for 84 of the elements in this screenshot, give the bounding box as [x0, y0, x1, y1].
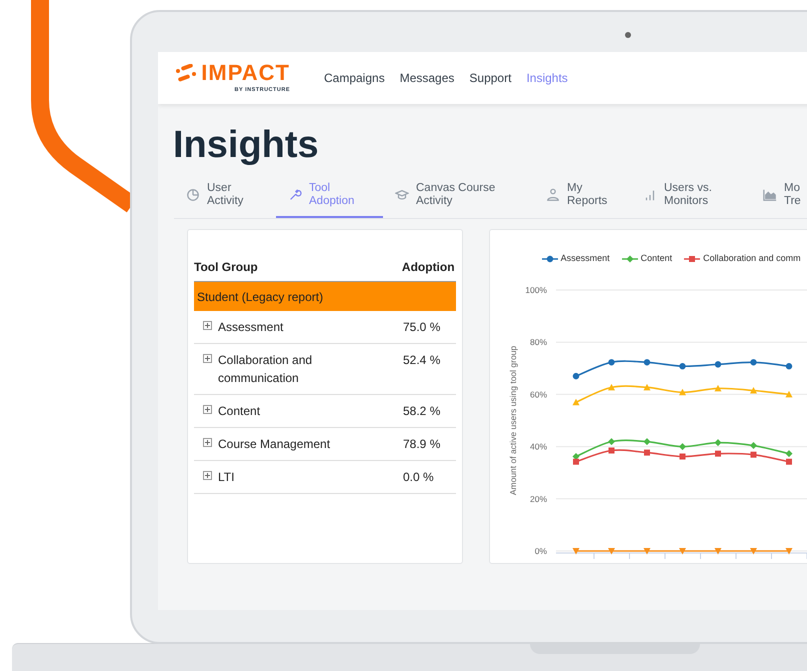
point	[643, 384, 650, 390]
point	[643, 359, 650, 366]
point	[572, 398, 580, 406]
axis-tick-label: 60%	[530, 389, 547, 400]
point	[786, 458, 792, 465]
legend-marker-icon	[684, 254, 700, 263]
legend-label: Content	[640, 252, 672, 265]
point	[678, 443, 686, 450]
tab[interactable]: User Activity	[174, 182, 276, 218]
point	[714, 450, 721, 457]
point	[714, 384, 722, 392]
point	[750, 452, 756, 458]
axis-tick-label: 100%	[524, 285, 547, 295]
logo-wordmark: IMPACT	[201, 62, 290, 84]
point	[608, 359, 614, 366]
person-icon	[546, 188, 560, 202]
legend-label: Collaboration and comm	[703, 252, 801, 265]
table-cell-text: LTI	[218, 469, 236, 486]
tab[interactable]: Mo Tre	[751, 182, 801, 218]
table-cell-text: 75.0 %	[403, 319, 440, 336]
legend-label: Assessment	[560, 252, 610, 265]
column-header: Adoption	[402, 259, 456, 276]
point	[678, 363, 686, 370]
point	[750, 359, 756, 366]
table-cell-text: 78.9 %	[403, 436, 440, 453]
point	[608, 548, 615, 554]
point	[644, 450, 650, 456]
table-cell-text: 58.2 %	[403, 403, 440, 420]
table-cell-text: 52.4 %	[403, 352, 440, 369]
table-cell-text: Assessment	[218, 319, 284, 336]
expand-icon[interactable]	[203, 405, 212, 414]
clock-icon	[186, 188, 200, 202]
point	[714, 548, 722, 554]
logo-icon	[175, 64, 198, 82]
expand-icon[interactable]	[203, 438, 212, 447]
group-row: Student (Legacy report)	[194, 282, 456, 311]
point	[678, 548, 686, 554]
page-title: Insights	[173, 123, 320, 168]
tab[interactable]: Canvas Course Activity	[383, 182, 534, 218]
expand-icon[interactable]	[203, 354, 212, 363]
axis-tick-label: 0%	[534, 546, 547, 556]
legend-marker-icon	[622, 254, 638, 263]
expand-icon[interactable]	[203, 321, 212, 330]
area-chart-icon	[763, 188, 777, 202]
point	[714, 361, 721, 368]
point	[750, 442, 757, 450]
point	[714, 439, 722, 446]
table-cell-text: Collaboration and communication	[218, 352, 314, 387]
expand-icon[interactable]	[203, 471, 212, 480]
point	[679, 454, 686, 460]
axis-tick-label: 40%	[530, 442, 547, 452]
table-cell-text: Course Management	[218, 436, 332, 453]
axis-title: Amount of active users using tool group	[508, 346, 518, 496]
point	[678, 388, 686, 396]
point	[750, 386, 757, 394]
point	[785, 450, 792, 458]
nav-link[interactable]: Insights	[526, 69, 568, 87]
point	[608, 438, 615, 446]
axis-tick-label: 20%	[530, 494, 547, 504]
table-cell-text: 0.0 %	[403, 469, 434, 486]
point	[572, 458, 579, 465]
axis-tick-label: 80%	[530, 337, 547, 348]
point	[608, 384, 615, 390]
nav-link[interactable]: Messages	[400, 69, 454, 87]
legend-marker-icon	[542, 254, 558, 263]
wrench-icon	[288, 188, 302, 202]
nav-link[interactable]: Campaigns	[324, 69, 385, 87]
point	[643, 548, 650, 554]
tab[interactable]: Users vs. Monitors	[631, 182, 751, 218]
tab[interactable]: My Reports	[534, 182, 631, 218]
bar-chart-icon	[643, 188, 657, 202]
table-cell-text: Content	[218, 403, 262, 420]
nav-link[interactable]: Support	[469, 69, 512, 87]
point	[785, 363, 792, 370]
point	[572, 548, 580, 554]
tab[interactable]: Tool Adoption	[276, 182, 383, 218]
point	[785, 548, 792, 554]
graduation-cap-icon	[395, 188, 409, 202]
column-header: Tool Group	[194, 259, 258, 276]
point	[572, 372, 579, 380]
point	[608, 448, 614, 454]
point	[750, 548, 757, 554]
point	[643, 438, 650, 446]
point	[785, 390, 792, 398]
